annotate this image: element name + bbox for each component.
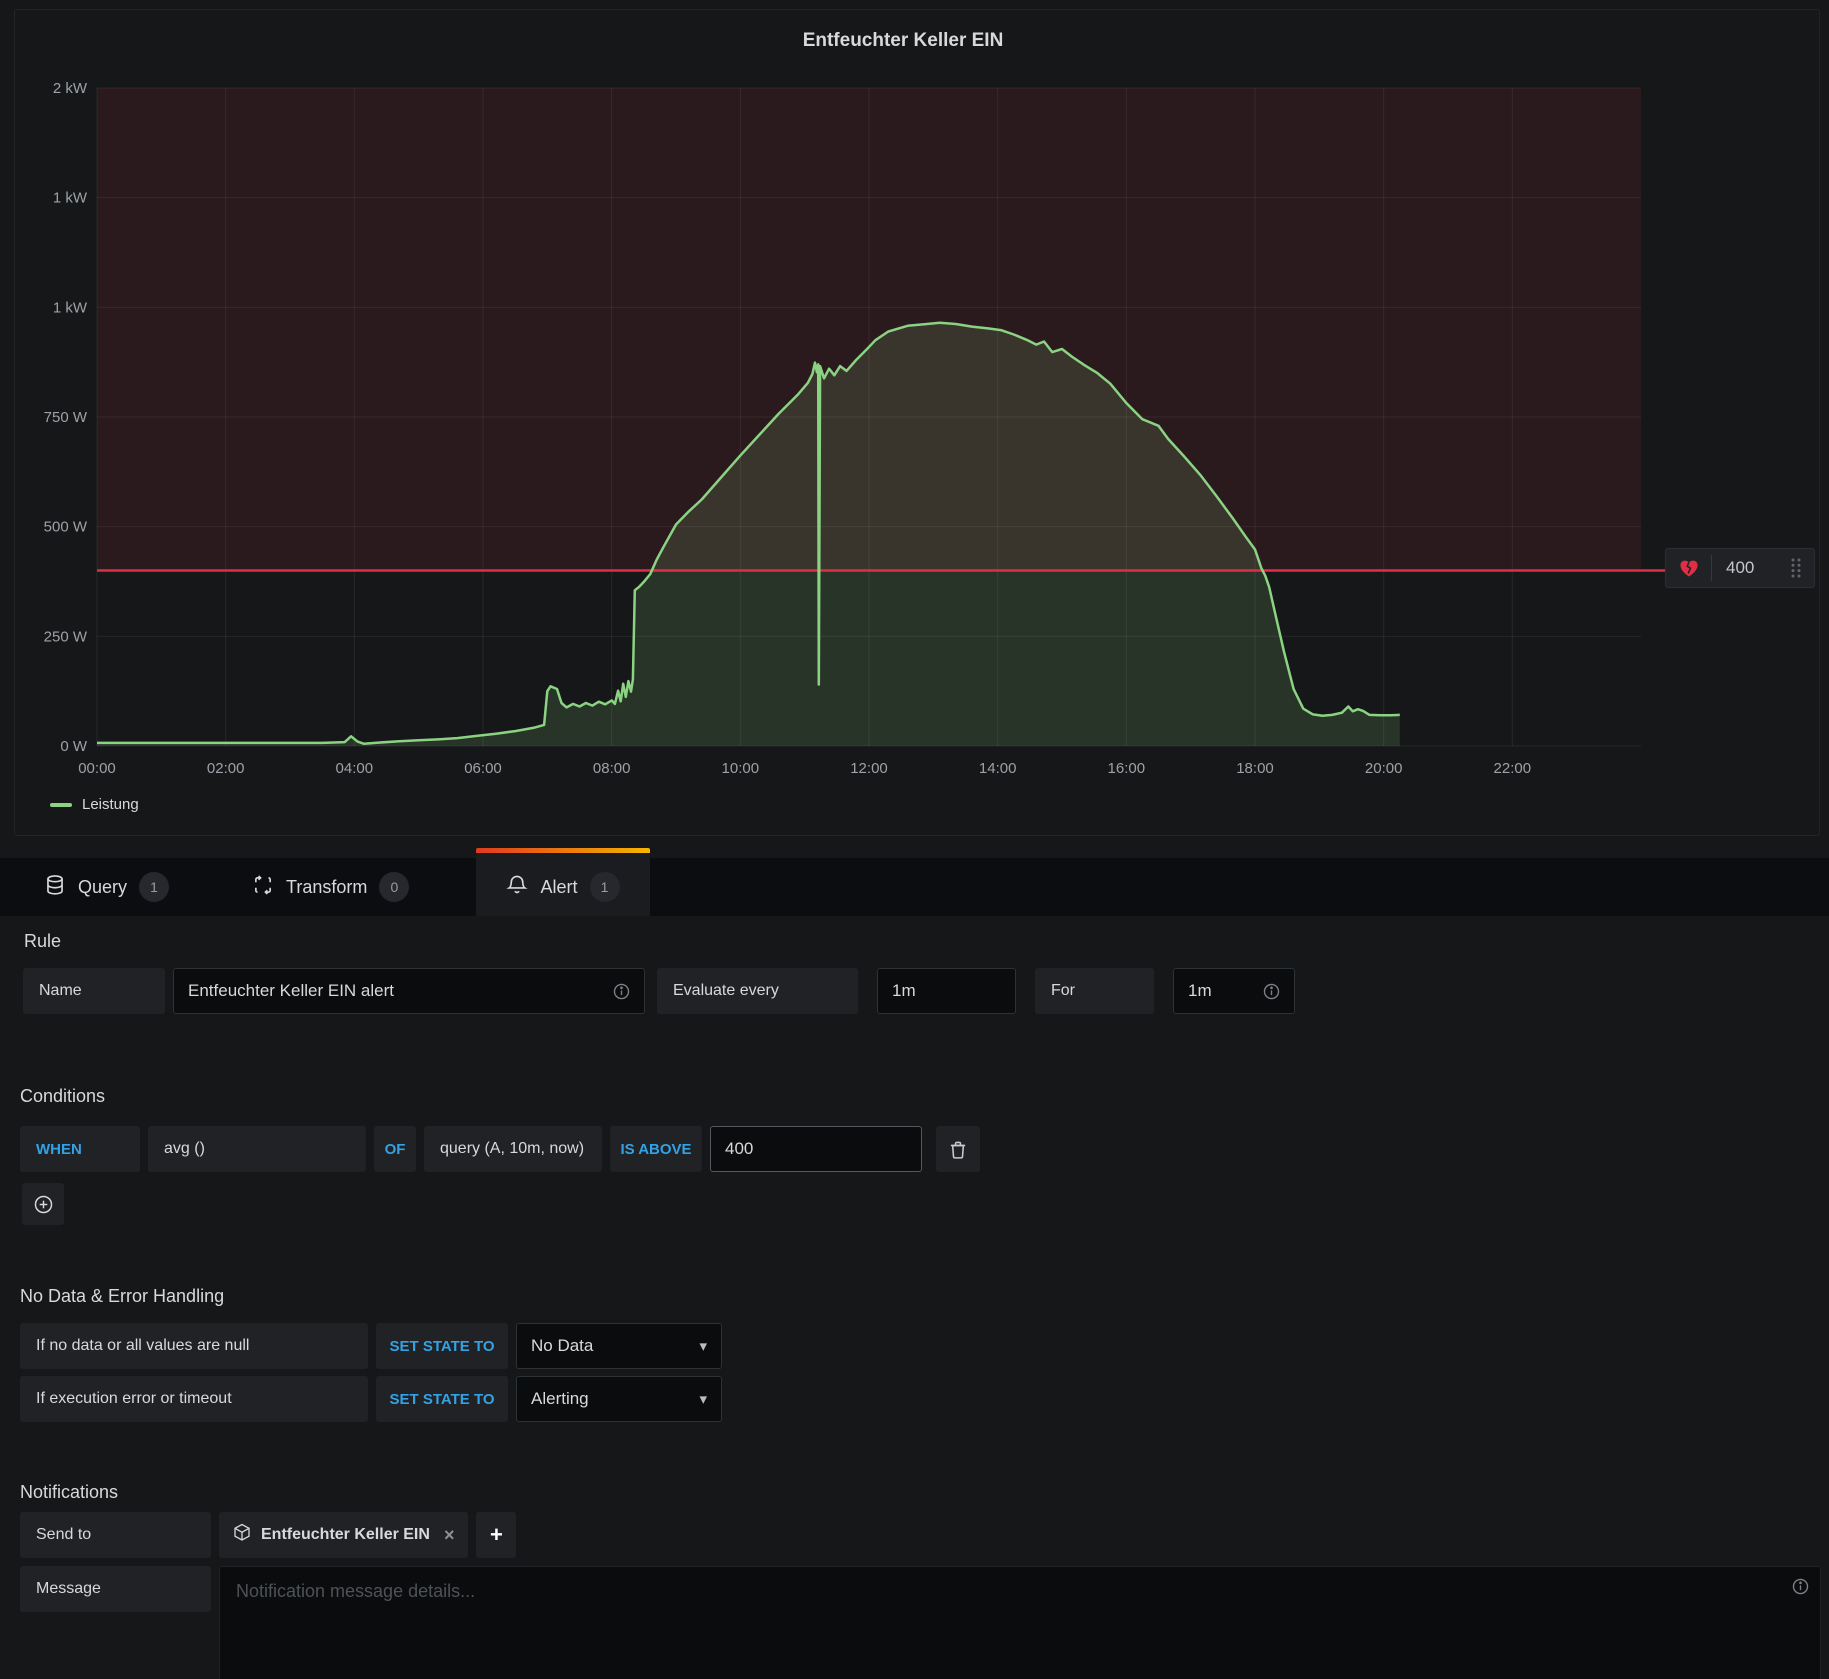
heart-break-icon — [1666, 555, 1712, 581]
condition-when-button[interactable]: WHEN — [20, 1126, 140, 1172]
y-tick-label: 250 W — [44, 628, 88, 645]
x-tick-label: 14:00 — [979, 760, 1017, 777]
info-icon[interactable] — [1263, 983, 1280, 1000]
notification-channel-name: Entfeuchter Keller EIN — [261, 1526, 430, 1544]
tab-transform[interactable]: Transform 0 — [252, 858, 409, 916]
send-to-label: Send to — [20, 1512, 211, 1558]
error-condition-label: If execution error or timeout — [20, 1376, 368, 1422]
condition-of-button[interactable]: OF — [374, 1126, 416, 1172]
transform-icon — [252, 874, 274, 901]
drag-handle-icon[interactable] — [1788, 557, 1814, 579]
x-tick-label: 16:00 — [1108, 760, 1146, 777]
y-tick-label: 500 W — [44, 519, 88, 536]
y-tick-label: 2 kW — [53, 80, 88, 97]
x-tick-label: 20:00 — [1365, 760, 1403, 777]
threshold-value[interactable]: 400 — [1712, 558, 1788, 578]
condition-query-button[interactable]: query (A, 10m, now) — [424, 1126, 602, 1172]
rule-heading: Rule — [24, 931, 61, 952]
for-input[interactable]: 1m — [1173, 968, 1295, 1014]
x-tick-label: 06:00 — [464, 760, 502, 777]
y-tick-label: 1 kW — [53, 190, 88, 207]
database-icon — [44, 874, 66, 901]
info-icon[interactable] — [613, 983, 630, 1000]
chevron-down-icon: ▾ — [699, 1390, 707, 1408]
tab-alert-count-badge: 1 — [590, 872, 620, 902]
notification-message-input[interactable] — [219, 1566, 1821, 1679]
for-value: 1m — [1188, 981, 1212, 1001]
error-state-select[interactable]: Alerting ▾ — [516, 1376, 722, 1422]
error-state-value: Alerting — [531, 1389, 589, 1409]
delete-condition-button[interactable] — [936, 1126, 980, 1172]
no-data-state-value: No Data — [531, 1336, 593, 1356]
notification-channel-tag[interactable]: Entfeuchter Keller EIN × — [219, 1512, 468, 1558]
trash-icon — [949, 1140, 967, 1159]
add-channel-button[interactable]: + — [476, 1512, 516, 1558]
add-condition-button[interactable] — [22, 1183, 64, 1225]
tab-transform-label: Transform — [286, 877, 367, 898]
bell-icon — [506, 874, 528, 901]
threshold-handle[interactable]: 400 — [1665, 548, 1815, 588]
info-icon[interactable] — [1792, 1578, 1809, 1600]
tab-query-count-badge: 1 — [139, 872, 169, 902]
conditions-heading: Conditions — [20, 1086, 105, 1107]
rule-name-value: Entfeuchter Keller EIN alert — [188, 981, 394, 1001]
for-label: For — [1035, 968, 1154, 1014]
x-tick-label: 10:00 — [722, 760, 760, 777]
rule-name-input[interactable]: Entfeuchter Keller EIN alert — [173, 968, 645, 1014]
timeseries-chart[interactable]: 2 kW 1 kW 1 kW 750 W 500 W 250 W 0 W 00:00 02:00… — [0, 0, 1829, 845]
no-data-condition-label: If no data or all values are null — [20, 1323, 368, 1369]
rule-name-label: Name — [23, 968, 165, 1014]
tab-alert-label: Alert — [540, 877, 577, 898]
condition-value-input[interactable] — [710, 1126, 922, 1172]
chart-legend[interactable]: Leistung — [50, 796, 139, 813]
condition-aggregation-button[interactable]: avg () — [148, 1126, 366, 1172]
chevron-down-icon: ▾ — [699, 1337, 707, 1355]
error-set-state-button[interactable]: SET STATE TO — [376, 1376, 508, 1422]
x-tick-label: 08:00 — [593, 760, 631, 777]
evaluate-every-label: Evaluate every — [657, 968, 858, 1014]
cube-icon — [233, 1523, 251, 1547]
notifications-heading: Notifications — [20, 1482, 118, 1503]
x-tick-label: 00:00 — [78, 760, 116, 777]
x-tick-label: 12:00 — [850, 760, 888, 777]
tab-alert[interactable]: Alert 1 — [476, 853, 650, 916]
evaluate-every-input[interactable] — [877, 968, 1016, 1014]
x-tick-label: 22:00 — [1494, 760, 1532, 777]
remove-channel-icon[interactable]: × — [444, 1525, 455, 1546]
tab-transform-count-badge: 0 — [379, 872, 409, 902]
no-data-state-select[interactable]: No Data ▾ — [516, 1323, 722, 1369]
x-tick-label: 02:00 — [207, 760, 245, 777]
tab-query-label: Query — [78, 877, 127, 898]
y-tick-label: 750 W — [44, 409, 88, 426]
legend-series-swatch — [50, 803, 72, 807]
y-tick-label: 0 W — [60, 738, 88, 755]
y-tick-label: 1 kW — [53, 299, 88, 316]
tab-query[interactable]: Query 1 — [44, 858, 169, 916]
circle-plus-icon — [34, 1195, 53, 1214]
no-data-set-state-button[interactable]: SET STATE TO — [376, 1323, 508, 1369]
message-label: Message — [20, 1566, 211, 1612]
condition-operator-button[interactable]: IS ABOVE — [610, 1126, 702, 1172]
x-tick-label: 04:00 — [336, 760, 374, 777]
x-tick-label: 18:00 — [1236, 760, 1274, 777]
legend-series-label[interactable]: Leistung — [82, 796, 139, 813]
no-data-heading: No Data & Error Handling — [20, 1286, 224, 1307]
